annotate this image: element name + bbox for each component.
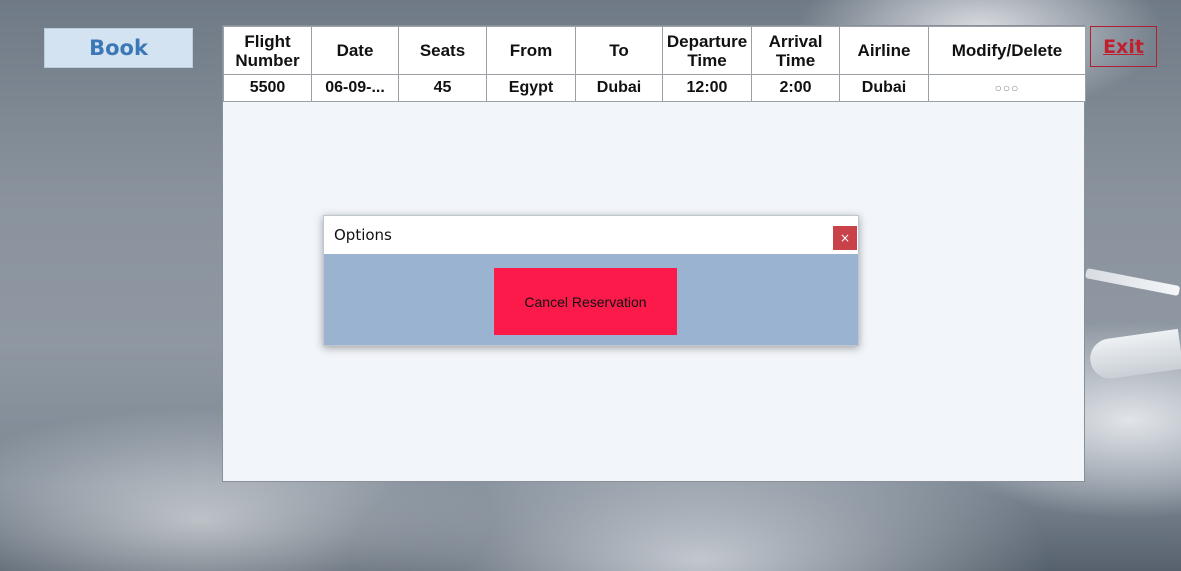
column-header-date[interactable]: Date <box>311 26 399 75</box>
column-header-modify-delete[interactable]: Modify/Delete <box>928 26 1086 75</box>
cell-from[interactable]: Egypt <box>486 74 576 102</box>
cell-airline[interactable]: Dubai <box>839 74 929 102</box>
cell-departure-time[interactable]: 12:00 <box>662 74 752 102</box>
cancel-reservation-button[interactable]: Cancel Reservation <box>494 268 677 335</box>
airplane-body-image <box>1087 328 1181 382</box>
column-header-to[interactable]: To <box>575 26 663 75</box>
column-header-flight-number[interactable]: Flight Number <box>223 26 312 75</box>
column-header-airline[interactable]: Airline <box>839 26 929 75</box>
header-row: Flight Number Date Seats From To Departu… <box>223 26 1086 75</box>
column-header-departure-time[interactable]: Departure Time <box>662 26 752 75</box>
airplane-wing-image <box>1085 268 1181 297</box>
cell-date[interactable]: 06-09-... <box>311 74 399 102</box>
cell-seats[interactable]: 45 <box>398 74 487 102</box>
dialog-title: Options <box>334 226 392 244</box>
options-dialog: Options × Cancel Reservation <box>323 215 859 346</box>
cell-arrival-time[interactable]: 2:00 <box>751 74 840 102</box>
column-header-seats[interactable]: Seats <box>398 26 487 75</box>
close-icon[interactable]: × <box>833 226 857 250</box>
dialog-titlebar: Options × <box>324 216 858 254</box>
cell-flight-number[interactable]: 5500 <box>223 74 312 102</box>
exit-button[interactable]: Exit <box>1090 26 1157 67</box>
book-button[interactable]: Book <box>44 28 193 68</box>
table-row[interactable]: 5500 06-09-... 45 Egypt Dubai 12:00 2:00… <box>223 74 1086 102</box>
cell-to[interactable]: Dubai <box>575 74 663 102</box>
column-header-arrival-time[interactable]: Arrival Time <box>751 26 840 75</box>
column-header-from[interactable]: From <box>486 26 576 75</box>
flights-table: Flight Number Date Seats From To Departu… <box>223 26 1086 102</box>
modify-delete-ellipsis-icon[interactable]: ○○○ <box>928 74 1086 102</box>
